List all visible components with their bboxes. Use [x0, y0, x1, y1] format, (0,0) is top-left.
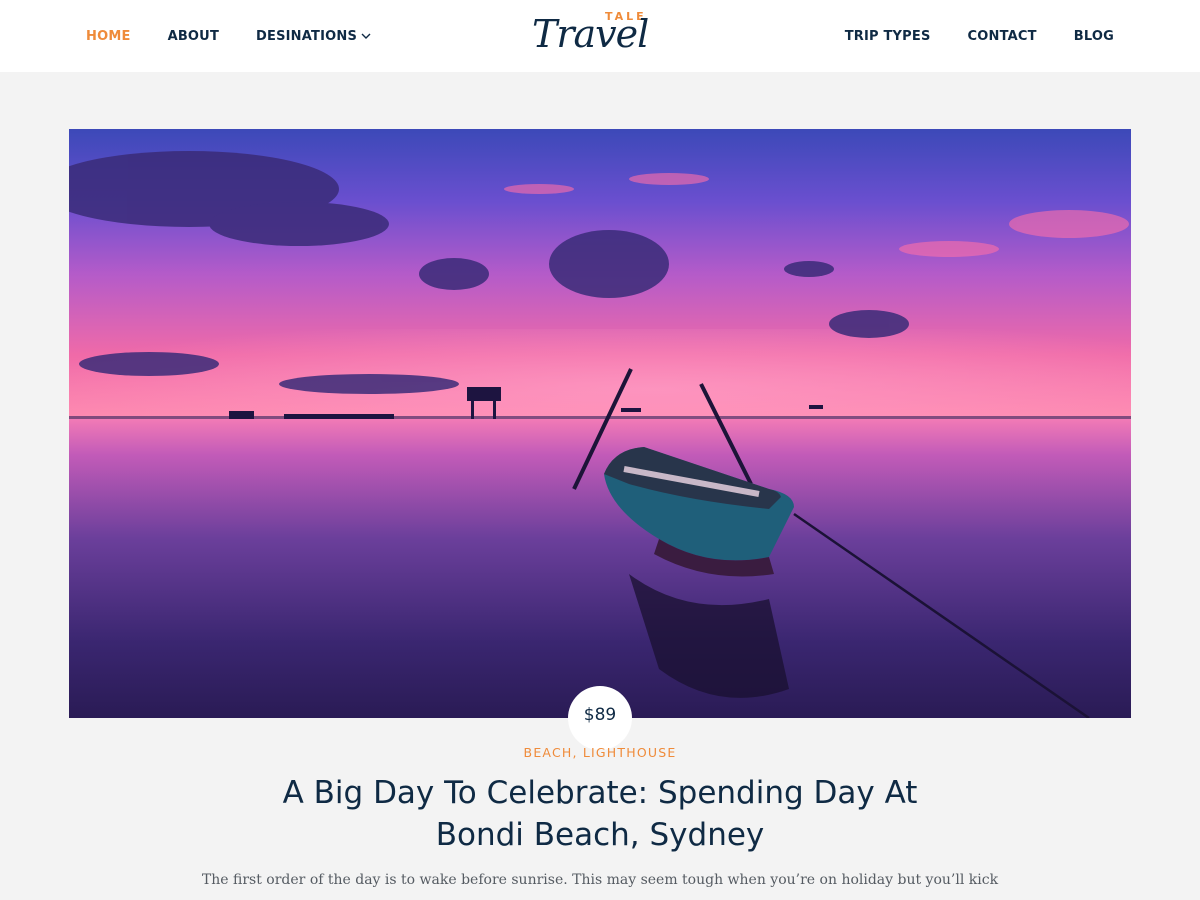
post-title-line-1: A Big Day To Celebrate: Spending Day At	[282, 775, 918, 811]
post-featured-image[interactable]	[69, 129, 1131, 718]
price-badge: $89	[568, 686, 632, 750]
chevron-down-icon	[361, 33, 371, 39]
logo-wordmark: Travel	[532, 12, 649, 56]
nav-destinations-label: DESINATIONS	[256, 28, 358, 44]
nav-about[interactable]: ABOUT	[168, 29, 219, 44]
sunset-boat-image	[69, 129, 1131, 718]
nav-home-label: HOME	[86, 28, 131, 44]
nav-blog-label: BLOG	[1073, 28, 1114, 44]
post-excerpt: The first order of the day is to wake be…	[201, 872, 999, 888]
nav-trip-types[interactable]: TRIP TYPES	[845, 29, 931, 44]
primary-nav-right: TRIP TYPES CONTACT BLOG	[808, 0, 1114, 72]
category-link-beach[interactable]: BEACH	[524, 745, 573, 760]
nav-contact-label: CONTACT	[967, 28, 1037, 44]
post-categories: BEACH, LIGHTHOUSE	[0, 745, 1200, 760]
nav-trip-types-label: TRIP TYPES	[844, 28, 931, 44]
post-title-line-2: Bondi Beach, Sydney	[435, 817, 765, 853]
nav-destinations[interactable]: DESINATIONS	[256, 29, 371, 44]
nav-home[interactable]: HOME	[86, 29, 131, 44]
nav-blog[interactable]: BLOG	[1074, 29, 1114, 44]
nav-contact[interactable]: CONTACT	[968, 29, 1037, 44]
nav-about-label: ABOUT	[167, 28, 220, 44]
site-header: HOME ABOUT DESINATIONS TALE Travel TRIP …	[0, 0, 1200, 72]
price-value: $89	[583, 705, 617, 725]
category-link-lighthouse[interactable]: LIGHTHOUSE	[583, 745, 677, 760]
post-title[interactable]: A Big Day To Celebrate: Spending Day At …	[250, 772, 950, 856]
site-logo[interactable]: TALE Travel	[530, 8, 670, 64]
primary-nav-left: HOME ABOUT DESINATIONS	[86, 0, 408, 72]
category-separator: ,	[572, 745, 583, 760]
